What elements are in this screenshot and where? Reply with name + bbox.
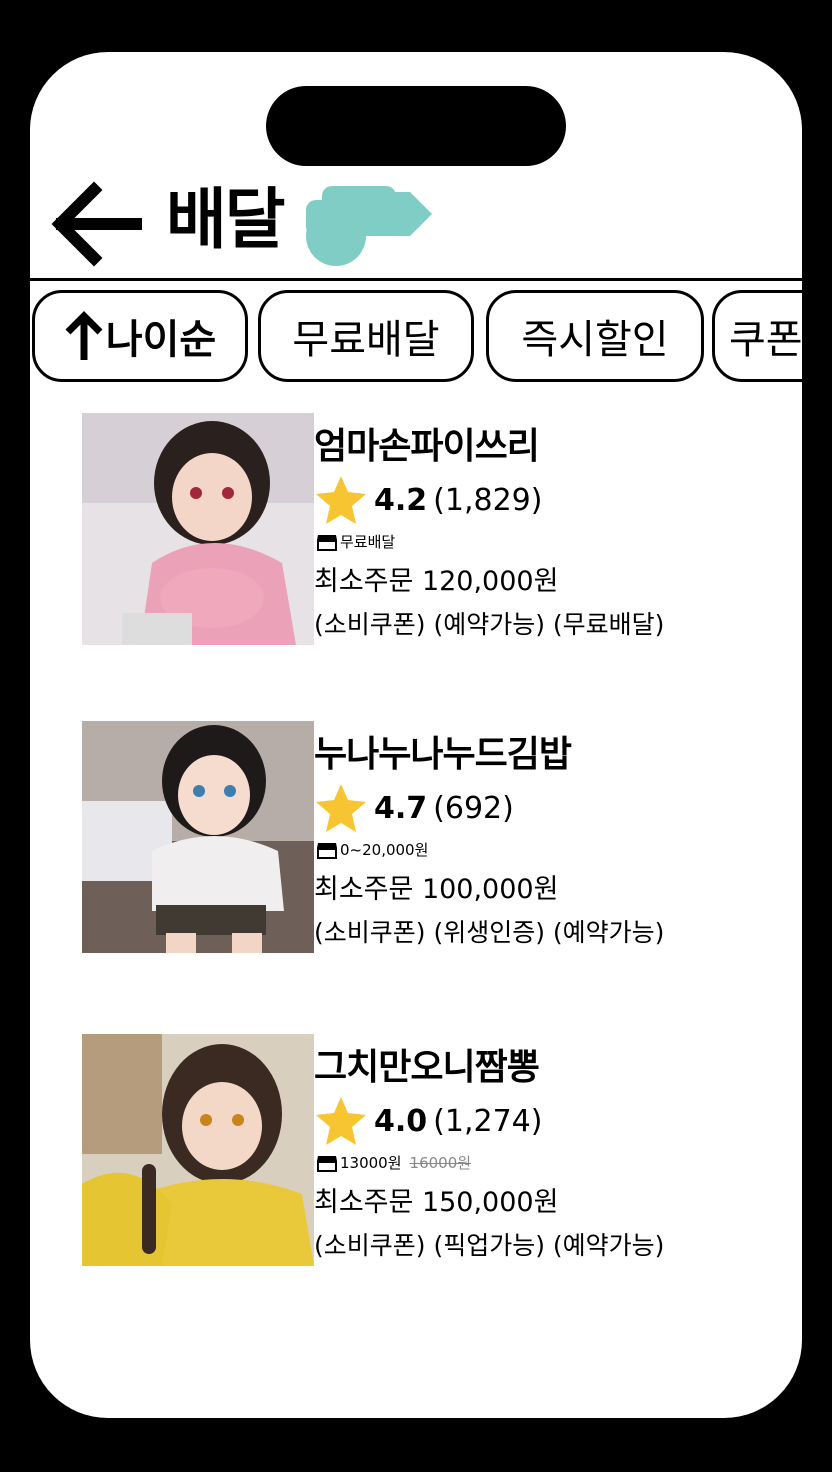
rating-value: 4.0 (374, 1103, 428, 1139)
rating-row: 4.7 (692) (314, 781, 514, 835)
delivery-fee: 0~20,000원 (340, 841, 429, 859)
store-tags: (소비쿠폰) (위생인증) (예약가능) (314, 918, 665, 947)
filter-chip-instant-discount[interactable]: 즉시할인 (486, 290, 704, 382)
shop-icon (317, 534, 337, 551)
header-divider (30, 278, 802, 281)
store-tags: (소비쿠폰) (픽업가능) (예약가능) (314, 1231, 665, 1260)
delivery-fee-row: 0~20,000원 (316, 839, 428, 860)
device-frame-edge (802, 280, 832, 1030)
delivery-fee-row: 무료배달 (316, 531, 395, 552)
filter-chip-free-delivery[interactable]: 무료배달 (258, 290, 474, 382)
rating-row: 4.0 (1,274) (314, 1094, 542, 1148)
store-thumbnail[interactable] (82, 1034, 314, 1266)
min-order: 최소주문 100,000원 (314, 874, 559, 905)
delivery-fee-original: 16000원 (409, 1154, 472, 1172)
sort-chip-label: 나이순 (105, 317, 217, 363)
min-order: 최소주문 120,000원 (314, 566, 559, 597)
store-tags: (소비쿠폰) (예약가능) (무료배달) (314, 610, 665, 639)
delivery-fee-row: 13000원 16000원 (316, 1152, 471, 1173)
filter-chip-label: 무료배달 (292, 317, 440, 363)
pointing-hand-icon (302, 182, 436, 270)
delivery-fee: 13000원 (340, 1154, 402, 1172)
phone-screen: 배달 나이순 무료배달 즉시할인 쿠폰 엄마손파이쓰리 4.2 (1,829) … (30, 52, 802, 1418)
store-card[interactable]: 엄마손파이쓰리 4.2 (1,829) 무료배달 최소주문 120,000원 (… (82, 413, 782, 645)
delivery-fee: 무료배달 (340, 533, 396, 551)
store-thumbnail[interactable] (82, 721, 314, 953)
min-order: 최소주문 150,000원 (314, 1187, 559, 1218)
store-thumbnail[interactable] (82, 413, 314, 645)
filter-chip-label: 쿠폰 (729, 317, 802, 363)
shop-icon (317, 842, 337, 859)
shop-icon (317, 1155, 337, 1172)
camera-notch (266, 86, 566, 166)
review-count: (692) (433, 790, 514, 826)
store-name[interactable]: 엄마손파이쓰리 (314, 417, 540, 469)
back-arrow-icon[interactable] (48, 176, 144, 272)
page-title: 배달 (166, 181, 285, 258)
filter-chip-coupon[interactable]: 쿠폰 (712, 290, 802, 382)
store-card[interactable]: 그치만오니짬뽕 4.0 (1,274) 13000원 16000원 최소주문 1… (82, 1034, 782, 1266)
rating-value: 4.7 (374, 790, 428, 826)
review-count: (1,274) (433, 1103, 543, 1139)
rating-value: 4.2 (374, 482, 428, 518)
review-count: (1,829) (433, 482, 543, 518)
store-card[interactable]: 누나누나누드김밥 4.7 (692) 0~20,000원 최소주문 100,00… (82, 721, 782, 953)
app-header: 배달 (30, 172, 802, 276)
store-name[interactable]: 그치만오니짬뽕 (314, 1038, 540, 1090)
star-icon (316, 784, 366, 832)
rating-row: 4.2 (1,829) (314, 473, 542, 527)
star-icon (316, 1097, 366, 1145)
filter-chip-bar: 나이순 무료배달 즉시할인 쿠폰 (30, 290, 802, 386)
star-icon (316, 476, 366, 524)
sort-chip-age[interactable]: 나이순 (32, 290, 248, 382)
store-name[interactable]: 누나누나누드김밥 (314, 725, 572, 777)
arrow-up-icon (64, 310, 104, 362)
filter-chip-label: 즉시할인 (521, 317, 669, 363)
